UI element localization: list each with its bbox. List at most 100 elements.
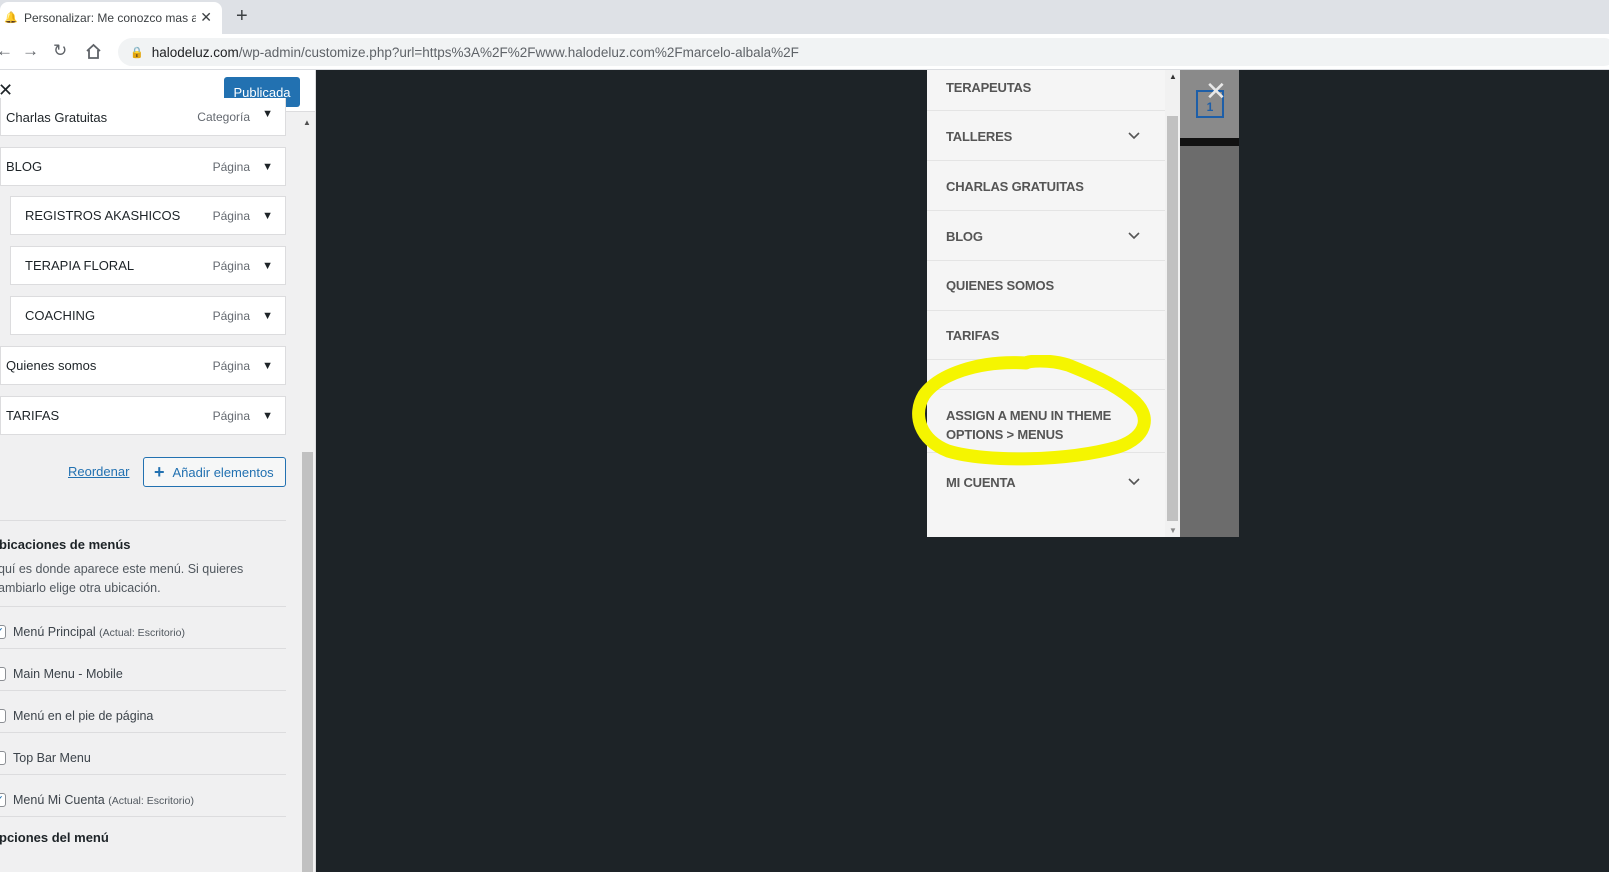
location-note: (Actual: Escritorio) bbox=[99, 627, 185, 639]
divider bbox=[0, 648, 286, 649]
location-note: (Actual: Escritorio) bbox=[108, 795, 194, 807]
browser-tab[interactable]: 🔔 Personalizar: Me conozco mas all ✕ bbox=[0, 2, 222, 34]
bell-favicon-icon: 🔔 bbox=[4, 12, 18, 24]
mobile-menu-label: QUIENES SOMOS bbox=[946, 278, 1054, 293]
caret-down-icon[interactable]: ▼ bbox=[262, 360, 273, 372]
location-label: Main Menu - Mobile bbox=[13, 667, 123, 681]
caret-down-icon[interactable]: ▼ bbox=[262, 260, 273, 272]
mobile-menu-spacer bbox=[927, 360, 1165, 390]
address-bar[interactable]: 🔒 halodeluz.com/wp-admin/customize.php?u… bbox=[118, 38, 1609, 66]
mobile-menu-item[interactable]: ASSIGN A MENU IN THEME OPTIONS > MENUS bbox=[927, 390, 1165, 453]
caret-down-icon[interactable]: ▼ bbox=[262, 410, 273, 422]
checkbox-unchecked[interactable] bbox=[0, 751, 6, 765]
menu-item-type: Categoría bbox=[197, 110, 250, 124]
menu-item-charlas-gratuitas[interactable]: Charlas Gratuitas Categoría ▼ bbox=[0, 98, 286, 136]
menu-item-type: Página bbox=[212, 208, 250, 223]
menu-item-title: BLOG bbox=[6, 159, 43, 174]
location-label: Menú en el pie de página bbox=[13, 709, 154, 723]
sidebar-scrollbar[interactable]: ▲ bbox=[300, 112, 315, 872]
divider bbox=[0, 606, 286, 607]
menu-item-title: Quienes somos bbox=[6, 358, 97, 373]
caret-down-icon[interactable]: ▼ bbox=[262, 108, 273, 120]
scroll-up-arrow-icon[interactable]: ▲ bbox=[1169, 72, 1177, 81]
menu-item-title: TARIFAS bbox=[6, 408, 60, 423]
menu-item-type: Página bbox=[212, 159, 250, 174]
mobile-menu-item[interactable]: QUIENES SOMOS bbox=[927, 261, 1165, 311]
location-label: Top Bar Menu bbox=[13, 751, 91, 765]
divider bbox=[0, 816, 286, 817]
checkbox-checked[interactable]: ✓ bbox=[0, 793, 6, 807]
site-header-strip: 1 bbox=[1180, 70, 1239, 537]
mobile-menu-label: MI CUENTA bbox=[946, 475, 1016, 490]
forward-arrow-icon[interactable]: → bbox=[22, 41, 39, 61]
browser-toolbar: ← → ↻ 🔒 halodeluz.com/wp-admin/customize… bbox=[0, 34, 1609, 70]
home-icon[interactable] bbox=[85, 43, 102, 60]
menu-item-type: Página bbox=[212, 358, 250, 373]
menu-locations-description: quí es donde aparece este menú. Si quier… bbox=[0, 562, 244, 595]
checkbox-checked[interactable]: ✓ bbox=[0, 625, 6, 639]
scrollbar-thumb[interactable] bbox=[302, 452, 313, 872]
mobile-menu-item[interactable]: TALLERES bbox=[927, 111, 1165, 161]
location-label: Menú Principal bbox=[13, 625, 96, 639]
new-tab-button[interactable]: + bbox=[236, 5, 248, 28]
menu-item-registros-akashicos[interactable]: REGISTROS AKASHICOS Página ▼ bbox=[10, 196, 286, 235]
mobile-menu-label: TERAPEUTAS bbox=[946, 80, 1032, 95]
mobile-menu-label: TARIFAS bbox=[946, 328, 1000, 343]
url-path: /wp-admin/customize.php?url=https%3A%2F%… bbox=[238, 44, 799, 60]
mobile-menu-item[interactable]: MI CUENTA bbox=[927, 453, 1165, 503]
scroll-down-arrow-icon[interactable]: ▼ bbox=[1169, 526, 1177, 535]
add-items-button[interactable]: + Añadir elementos bbox=[143, 457, 286, 487]
divider bbox=[0, 732, 286, 733]
divider bbox=[0, 520, 286, 521]
menu-item-title: TERAPIA FLORAL bbox=[25, 258, 135, 273]
menu-item-title: REGISTROS AKASHICOS bbox=[25, 208, 181, 223]
add-items-label: Añadir elementos bbox=[172, 464, 274, 480]
menu-item-type: Página bbox=[212, 308, 250, 323]
menu-item-quienes-somos[interactable]: Quienes somos Página ▼ bbox=[0, 346, 286, 385]
browser-tab-bar: 🔔 Personalizar: Me conozco mas all ✕ + bbox=[0, 0, 1609, 34]
caret-down-icon[interactable]: ▼ bbox=[262, 210, 273, 222]
url-host: halodeluz.com bbox=[151, 44, 239, 60]
divider bbox=[0, 690, 286, 691]
scrollbar-thumb[interactable] bbox=[1167, 116, 1178, 521]
mobile-menu-label: TALLERES bbox=[946, 129, 1013, 144]
checkbox-unchecked[interactable] bbox=[0, 709, 6, 723]
lock-icon: 🔒 bbox=[130, 46, 144, 59]
menu-locations-title: bicaciones de menús bbox=[0, 537, 131, 552]
close-menu-icon[interactable]: ✕ bbox=[1205, 76, 1227, 107]
plus-icon: + bbox=[154, 462, 165, 482]
location-label: Menú Mi Cuenta bbox=[13, 793, 105, 807]
chevron-down-icon[interactable] bbox=[1128, 476, 1140, 488]
menu-item-blog[interactable]: BLOG Página ▼ bbox=[0, 147, 286, 186]
menu-item-type: Página bbox=[212, 408, 250, 423]
scroll-up-arrow-icon[interactable]: ▲ bbox=[303, 118, 311, 127]
menu-item-terapia-floral[interactable]: TERAPIA FLORAL Página ▼ bbox=[10, 246, 286, 285]
menu-options-title: pciones del menú bbox=[0, 830, 109, 845]
menu-item-coaching[interactable]: COACHING Página ▼ bbox=[10, 296, 286, 335]
caret-down-icon[interactable]: ▼ bbox=[262, 161, 273, 173]
checkbox-unchecked[interactable] bbox=[0, 667, 6, 681]
chevron-down-icon[interactable] bbox=[1128, 130, 1140, 142]
mobile-menu-item[interactable]: BLOG bbox=[927, 211, 1165, 261]
mobile-menu-label: BLOG bbox=[946, 229, 983, 244]
menu-item-type: Página bbox=[212, 258, 250, 273]
tab-close-icon[interactable]: ✕ bbox=[200, 9, 212, 26]
reorder-link[interactable]: Reordenar bbox=[68, 464, 129, 479]
chevron-down-icon[interactable] bbox=[1128, 230, 1140, 242]
menu-item-title: Charlas Gratuitas bbox=[6, 110, 108, 125]
mobile-menu-item[interactable]: TERAPEUTAS bbox=[927, 70, 1165, 111]
caret-down-icon[interactable]: ▼ bbox=[262, 310, 273, 322]
mobile-menu-item[interactable]: TARIFAS bbox=[927, 311, 1165, 360]
customizer-sidebar: ✕ Publicada Charlas Gratuitas Categoría … bbox=[0, 70, 316, 872]
mobile-menu-label: CHARLAS GRATUITAS bbox=[946, 179, 1084, 194]
mobile-menu-panel: TERAPEUTAS TALLERES CHARLAS GRATUITAS BL… bbox=[927, 70, 1180, 537]
divider bbox=[0, 774, 286, 775]
mobile-menu-item[interactable]: CHARLAS GRATUITAS bbox=[927, 161, 1165, 211]
tab-title: Personalizar: Me conozco mas all bbox=[24, 11, 196, 25]
reload-icon[interactable]: ↻ bbox=[53, 41, 67, 61]
back-arrow-icon[interactable]: ← bbox=[0, 41, 13, 61]
menu-item-title: COACHING bbox=[25, 308, 96, 323]
mobile-menu-label: ASSIGN A MENU IN THEME OPTIONS > MENUS bbox=[946, 408, 1112, 442]
menu-item-tarifas[interactable]: TARIFAS Página ▼ bbox=[0, 396, 286, 435]
mobile-menu-scrollbar[interactable]: ▲ ▼ bbox=[1165, 70, 1180, 537]
